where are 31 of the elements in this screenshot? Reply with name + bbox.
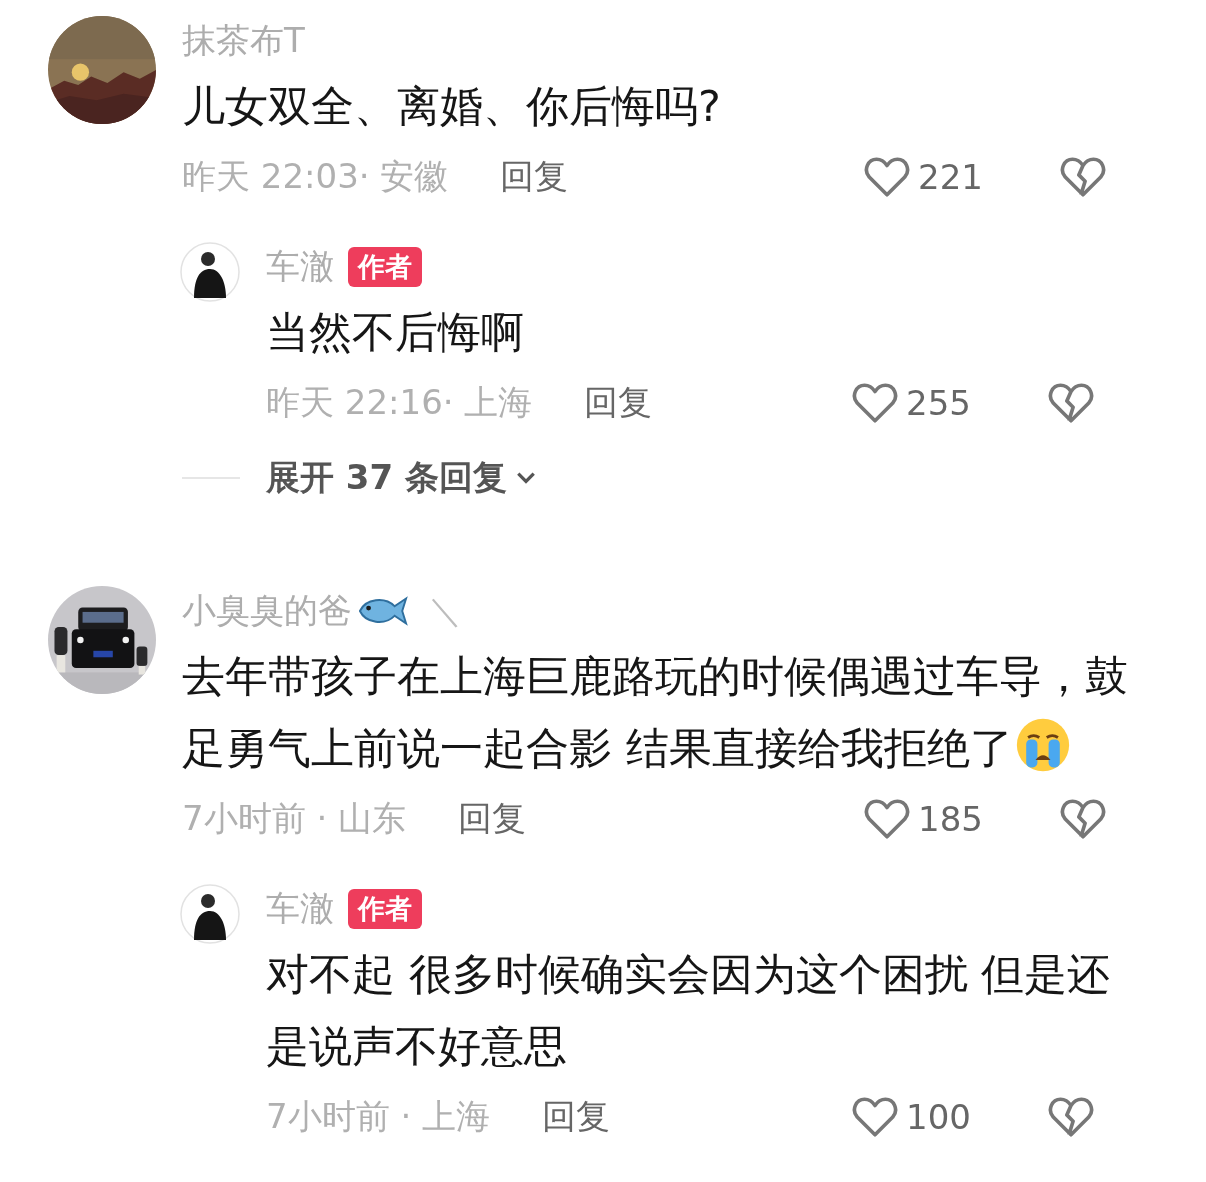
like-count: 185 — [918, 799, 984, 839]
broken-heart-icon[interactable] — [1060, 798, 1106, 840]
reply-text: 当然不后悔啊 — [266, 306, 525, 359]
heart-icon[interactable] — [852, 1096, 898, 1138]
broken-heart-icon[interactable] — [1048, 1096, 1094, 1138]
broken-heart-icon[interactable] — [1048, 382, 1094, 424]
comment-time: 昨天 22:03· 安徽 — [182, 155, 449, 198]
author-badge: 作者 — [348, 889, 422, 929]
heart-icon[interactable] — [852, 382, 898, 424]
reply-time: 7小时前 · 上海 — [266, 1095, 491, 1138]
heart-icon[interactable] — [864, 156, 910, 198]
chevron-down-icon[interactable] — [515, 470, 537, 486]
avatar[interactable] — [180, 884, 240, 944]
reply-link[interactable]: 回复 — [458, 796, 527, 842]
like-count: 255 — [906, 383, 972, 423]
like-count: 100 — [906, 1097, 972, 1137]
reply-link[interactable]: 回复 — [584, 380, 653, 426]
author-badge: 作者 — [348, 247, 422, 287]
comment-text: 儿女双全、离婚、你后悔吗? — [182, 81, 721, 131]
reply-time: 昨天 22:16· 上海 — [266, 381, 533, 424]
avatar[interactable] — [180, 242, 240, 302]
reply-link[interactable]: 回复 — [542, 1094, 611, 1140]
like-count: 221 — [918, 157, 984, 197]
broken-heart-icon[interactable] — [1060, 156, 1106, 198]
reply-link[interactable]: 回复 — [500, 154, 569, 200]
reply-text: 对不起 很多时候确实会因为这个困扰 但是还是说声不好意思 — [266, 948, 1112, 1073]
comment-time: 7小时前 · 山东 — [182, 797, 407, 840]
name-suffix: ＼ — [428, 589, 462, 632]
heart-icon[interactable] — [864, 798, 910, 840]
comment-text: 去年带孩子在上海巨鹿路玩的时候偶遇过车导，鼓足勇气上前说一起合影 结果直接给我拒绝了 — [182, 651, 1128, 773]
expand-replies-link[interactable]: 展开 37 条回复 — [266, 455, 507, 501]
